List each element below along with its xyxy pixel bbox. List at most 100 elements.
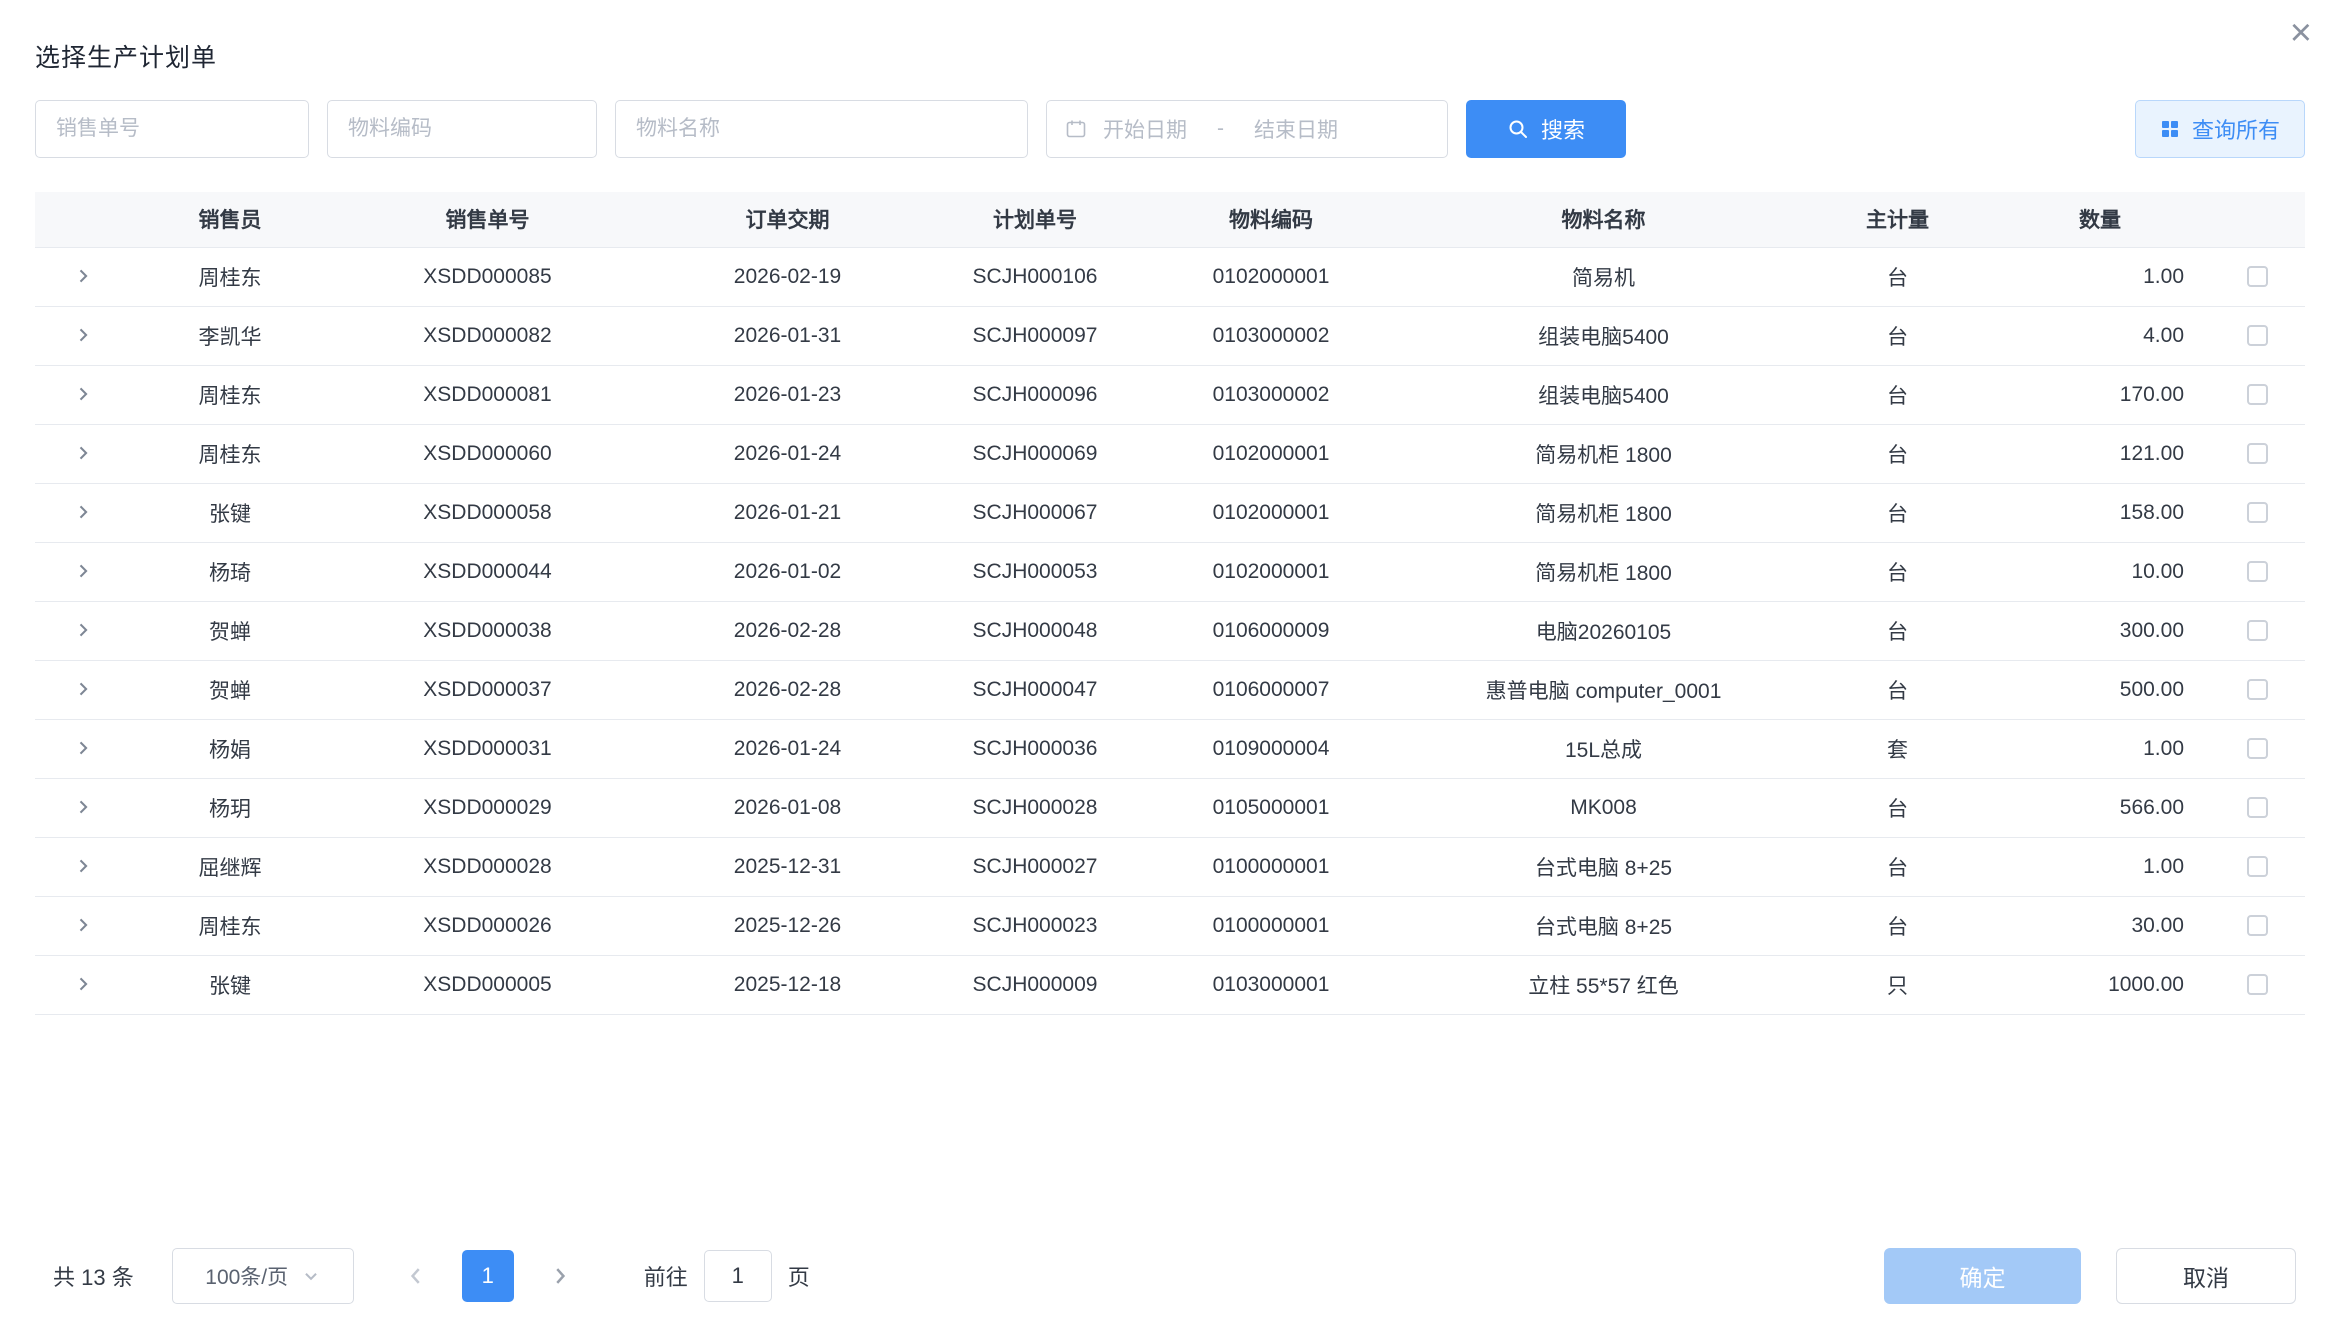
cell-delivery-date: 2025-12-31 [645, 837, 930, 896]
expand-row-icon[interactable] [69, 380, 97, 408]
expand-row-icon[interactable] [69, 557, 97, 585]
cell-delivery-date: 2026-02-19 [645, 247, 930, 306]
row-checkbox[interactable] [2247, 915, 2268, 936]
table-row: 杨玥XSDD0000292026-01-08SCJH00002801050000… [35, 778, 2305, 837]
row-checkbox[interactable] [2247, 325, 2268, 346]
date-range-picker[interactable]: 开始日期 - 结束日期 [1046, 100, 1448, 158]
cell-qty: 500.00 [1990, 660, 2210, 719]
row-checkbox[interactable] [2247, 443, 2268, 464]
header-material-name: 物料名称 [1402, 192, 1805, 247]
table-header-row: 销售员 销售单号 订单交期 计划单号 物料编码 物料名称 主计量 数量 [35, 192, 2305, 247]
expand-row-icon[interactable] [69, 616, 97, 644]
cell-material-code: 0102000001 [1140, 542, 1402, 601]
grid-icon [2160, 119, 2180, 139]
cell-unit: 套 [1805, 719, 1990, 778]
expand-row-icon[interactable] [69, 439, 97, 467]
table-row: 杨琦XSDD0000442026-01-02SCJH00005301020000… [35, 542, 2305, 601]
cell-plan-no: SCJH000036 [930, 719, 1140, 778]
expand-row-icon[interactable] [69, 852, 97, 880]
confirm-button[interactable]: 确定 [1884, 1248, 2081, 1304]
row-checkbox[interactable] [2247, 797, 2268, 818]
header-material-code: 物料编码 [1140, 192, 1402, 247]
expand-row-icon[interactable] [69, 970, 97, 998]
table-row: 杨娟XSDD0000312026-01-24SCJH00003601090000… [35, 719, 2305, 778]
row-checkbox[interactable] [2247, 502, 2268, 523]
cell-checkbox [2210, 365, 2305, 424]
expand-row-icon[interactable] [69, 675, 97, 703]
cell-checkbox [2210, 542, 2305, 601]
cell-delivery-date: 2026-01-24 [645, 719, 930, 778]
cell-salesperson: 贺蝉 [130, 601, 330, 660]
cell-sales-order: XSDD000082 [330, 306, 645, 365]
expand-row-icon[interactable] [69, 498, 97, 526]
cell-material-name: 简易机柜 1800 [1402, 483, 1805, 542]
prev-page-icon[interactable] [394, 1250, 438, 1302]
expand-row-icon[interactable] [69, 321, 97, 349]
cell-expand [35, 955, 130, 1014]
cell-delivery-date: 2026-02-28 [645, 660, 930, 719]
cell-unit: 台 [1805, 365, 1990, 424]
cell-sales-order: XSDD000058 [330, 483, 645, 542]
cell-qty: 170.00 [1990, 365, 2210, 424]
expand-row-icon[interactable] [69, 734, 97, 762]
cell-salesperson: 周桂东 [130, 896, 330, 955]
cancel-button[interactable]: 取消 [2116, 1248, 2296, 1304]
cell-plan-no: SCJH000096 [930, 365, 1140, 424]
row-checkbox[interactable] [2247, 266, 2268, 287]
cell-sales-order: XSDD000005 [330, 955, 645, 1014]
cell-salesperson: 杨玥 [130, 778, 330, 837]
next-page-icon[interactable] [538, 1250, 582, 1302]
cell-salesperson: 贺蝉 [130, 660, 330, 719]
cell-sales-order: XSDD000038 [330, 601, 645, 660]
cell-delivery-date: 2026-02-28 [645, 601, 930, 660]
header-unit: 主计量 [1805, 192, 1990, 247]
cell-material-name: 15L总成 [1402, 719, 1805, 778]
row-checkbox[interactable] [2247, 384, 2268, 405]
material-name-input[interactable] [615, 100, 1028, 158]
date-range-separator: - [1217, 117, 1224, 141]
cell-delivery-date: 2026-01-24 [645, 424, 930, 483]
material-code-input[interactable] [327, 100, 597, 158]
expand-row-icon[interactable] [69, 793, 97, 821]
page-number-1[interactable]: 1 [462, 1250, 514, 1302]
expand-row-icon[interactable] [69, 262, 97, 290]
cell-delivery-date: 2026-01-23 [645, 365, 930, 424]
cell-salesperson: 杨娟 [130, 719, 330, 778]
cell-checkbox [2210, 896, 2305, 955]
cell-qty: 1.00 [1990, 837, 2210, 896]
row-checkbox[interactable] [2247, 679, 2268, 700]
row-checkbox[interactable] [2247, 974, 2268, 995]
row-checkbox[interactable] [2247, 856, 2268, 877]
query-all-button[interactable]: 查询所有 [2135, 100, 2305, 158]
cell-unit: 台 [1805, 483, 1990, 542]
row-checkbox[interactable] [2247, 561, 2268, 582]
filter-bar: 开始日期 - 结束日期 搜索 查询所有 [35, 100, 2305, 158]
cell-expand [35, 719, 130, 778]
goto-page-input[interactable] [704, 1250, 772, 1302]
header-delivery-date: 订单交期 [645, 192, 930, 247]
cell-material-code: 0106000007 [1140, 660, 1402, 719]
cell-material-name: 台式电脑 8+25 [1402, 896, 1805, 955]
header-qty: 数量 [1990, 192, 2210, 247]
sales-order-input[interactable] [35, 100, 309, 158]
total-count-label: 共 13 条 [53, 1260, 134, 1292]
cell-material-code: 0102000001 [1140, 247, 1402, 306]
cell-material-code: 0100000001 [1140, 896, 1402, 955]
cell-material-name: MK008 [1402, 778, 1805, 837]
cell-sales-order: XSDD000081 [330, 365, 645, 424]
cell-delivery-date: 2026-01-31 [645, 306, 930, 365]
cell-unit: 台 [1805, 306, 1990, 365]
page-size-select[interactable]: 100条/页 [172, 1248, 354, 1304]
cell-plan-no: SCJH000106 [930, 247, 1140, 306]
cell-salesperson: 周桂东 [130, 247, 330, 306]
row-checkbox[interactable] [2247, 738, 2268, 759]
cell-delivery-date: 2026-01-02 [645, 542, 930, 601]
search-button[interactable]: 搜索 [1466, 100, 1626, 158]
table-row: 张键XSDD0000582026-01-21SCJH00006701020000… [35, 483, 2305, 542]
close-icon[interactable]: × [2290, 14, 2312, 52]
cell-unit: 台 [1805, 837, 1990, 896]
expand-row-icon[interactable] [69, 911, 97, 939]
cell-sales-order: XSDD000026 [330, 896, 645, 955]
cell-checkbox [2210, 483, 2305, 542]
row-checkbox[interactable] [2247, 620, 2268, 641]
